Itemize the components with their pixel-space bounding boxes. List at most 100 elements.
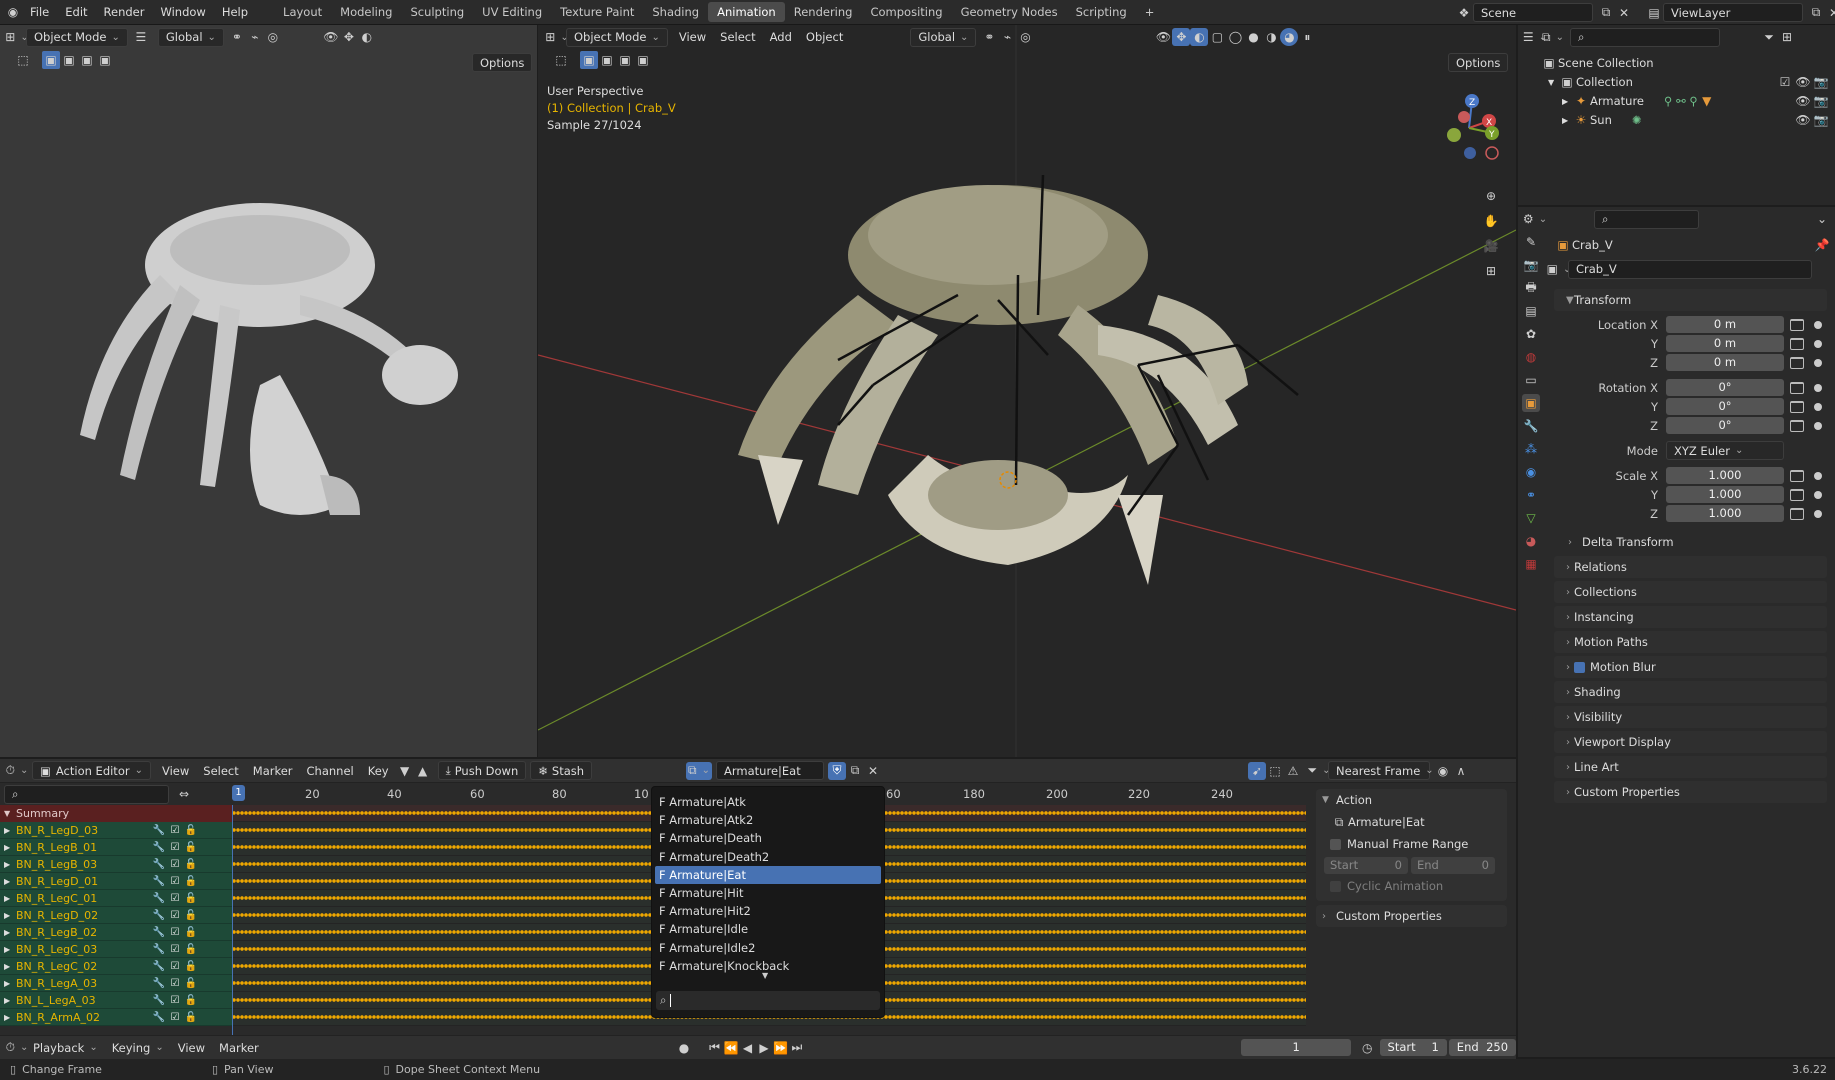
- physics-tab-icon[interactable]: ◉: [1522, 463, 1540, 481]
- viewlayer-name-field[interactable]: ViewLayer: [1663, 3, 1803, 22]
- menu-edit[interactable]: Edit: [57, 5, 95, 19]
- channel-row[interactable]: ▶ BN_R_LegC_03 🔧 ☑ 🔓: [0, 941, 232, 958]
- layer-up-icon[interactable]: ▲: [414, 762, 432, 780]
- play-reverse-icon[interactable]: ◀: [739, 1039, 755, 1057]
- expand-icon[interactable]: ▶: [4, 962, 16, 971]
- new-scene-icon[interactable]: ⧉: [1597, 4, 1615, 22]
- editor-type-icon[interactable]: ⊞: [5, 28, 26, 46]
- scale-y-field[interactable]: 1.000: [1666, 486, 1784, 503]
- modifier-wrench-icon[interactable]: 🔧: [151, 961, 167, 972]
- lock-icon[interactable]: [1790, 318, 1804, 331]
- channel-row[interactable]: ▶ BN_R_LegD_02 🔧 ☑ 🔓: [0, 907, 232, 924]
- options-chevron-icon[interactable]: ⌄: [1813, 210, 1831, 228]
- channel-row[interactable]: ▶ BN_R_LegC_02 🔧 ☑ 🔓: [0, 958, 232, 975]
- expand-icon[interactable]: ▶: [4, 979, 16, 988]
- menu-channel[interactable]: Channel: [300, 761, 361, 780]
- proportional-icon[interactable]: ◎: [264, 28, 282, 46]
- custom-props-panel[interactable]: › Custom Properties: [1316, 905, 1507, 927]
- scene-collection-row[interactable]: ▣ Scene Collection: [1540, 54, 1835, 73]
- expand-icon[interactable]: ▶: [1562, 111, 1572, 130]
- stash-button[interactable]: ❄ Stash: [530, 761, 593, 780]
- keyframe-dot-icon[interactable]: [1814, 358, 1822, 367]
- lock-icon[interactable]: 🔓: [183, 893, 199, 904]
- collection-row[interactable]: ▼ ▣ Collection ☑ 👁 📷: [1540, 73, 1835, 92]
- location-y-field[interactable]: 0 m: [1666, 335, 1784, 352]
- new-collection-icon[interactable]: ⊞: [1778, 28, 1796, 46]
- mute-checkbox-icon[interactable]: ☑: [167, 842, 183, 853]
- select-invert-icon[interactable]: ▣: [96, 51, 114, 69]
- jump-end-icon[interactable]: ⏭: [789, 1039, 805, 1057]
- outliner-search-input[interactable]: ⌕: [1570, 27, 1720, 47]
- properties-search-input[interactable]: ⌕: [1594, 209, 1699, 229]
- start-frame-field[interactable]: Start 1: [1379, 1039, 1447, 1056]
- only-selected-icon[interactable]: ➹: [1248, 761, 1267, 780]
- expand-icon[interactable]: ▶: [4, 928, 16, 937]
- record-icon[interactable]: ●: [676, 1039, 692, 1057]
- camera-icon[interactable]: 📷: [1812, 93, 1830, 111]
- lock-icon[interactable]: [1790, 356, 1804, 369]
- new-action-icon[interactable]: ⧉: [846, 762, 864, 780]
- eye-icon[interactable]: 👁: [1794, 74, 1812, 92]
- tab-modeling[interactable]: Modeling: [331, 2, 401, 22]
- rotation-x-field[interactable]: 0°: [1666, 379, 1784, 396]
- channel-row[interactable]: ▶ BN_R_LegB_02 🔧 ☑ 🔓: [0, 924, 232, 941]
- action-search-input[interactable]: ⌕: [656, 991, 880, 1010]
- range-end-field[interactable]: End 0: [1411, 856, 1495, 874]
- hamburger-icon[interactable]: ☰: [132, 28, 150, 46]
- tab-compositing[interactable]: Compositing: [861, 2, 951, 22]
- action-list-item[interactable]: F Armature|Idle2: [655, 939, 881, 957]
- layer-down-icon[interactable]: ▼: [396, 762, 414, 780]
- tab-layout[interactable]: Layout: [274, 2, 331, 22]
- show-hidden-icon[interactable]: ⬚: [1266, 762, 1284, 780]
- menu-key[interactable]: Key: [361, 761, 396, 780]
- menu-marker[interactable]: Marker: [246, 761, 300, 780]
- channel-row[interactable]: ▶ BN_R_LegB_03 🔧 ☑ 🔓: [0, 856, 232, 873]
- modifier-tab-icon[interactable]: 🔧: [1522, 417, 1540, 435]
- editor-type-icon[interactable]: ⚙: [1523, 210, 1544, 228]
- lock-icon[interactable]: 🔓: [183, 910, 199, 921]
- object-name-field[interactable]: Crab_V: [1568, 259, 1812, 279]
- expand-icon[interactable]: ▶: [4, 894, 16, 903]
- mute-checkbox-icon[interactable]: ☑: [167, 961, 183, 972]
- scene-tab-icon[interactable]: ✿: [1522, 325, 1540, 343]
- mute-checkbox-icon[interactable]: ☑: [167, 910, 183, 921]
- shading-panel[interactable]: › Shading: [1554, 681, 1827, 703]
- end-frame-field[interactable]: End 250: [1448, 1039, 1517, 1056]
- keyframe-dot-icon[interactable]: [1814, 471, 1822, 480]
- collections-panel[interactable]: › Collections: [1554, 581, 1827, 603]
- scene-icon[interactable]: ❖: [1455, 4, 1473, 22]
- menu-render[interactable]: Render: [96, 5, 153, 19]
- mute-checkbox-icon[interactable]: ☑: [167, 859, 183, 870]
- expand-icon[interactable]: ▶: [4, 843, 16, 852]
- lock-icon[interactable]: [1790, 337, 1804, 350]
- pin-icon[interactable]: 📌: [1813, 236, 1831, 254]
- lock-icon[interactable]: 🔓: [183, 859, 199, 870]
- channel-search-input[interactable]: ⌕: [4, 784, 169, 804]
- sun-row[interactable]: ▶ ☀ Sun ✺ 👁 📷: [1540, 111, 1835, 130]
- snap-dropdown[interactable]: Nearest Frame: [1328, 761, 1431, 780]
- scale-z-field[interactable]: 1.000: [1666, 505, 1784, 522]
- unlink-action-icon[interactable]: ✕: [864, 762, 882, 780]
- modifier-wrench-icon[interactable]: 🔧: [151, 825, 167, 836]
- filter-icon[interactable]: ⏷: [1760, 28, 1778, 46]
- expand-icon[interactable]: ▶: [4, 1013, 16, 1022]
- camera-icon[interactable]: 📷: [1812, 112, 1830, 130]
- motion-blur-checkbox[interactable]: [1574, 661, 1585, 673]
- scroll-down-icon[interactable]: ▼: [762, 971, 768, 980]
- pivot-icon[interactable]: ⚭: [228, 28, 246, 46]
- clock-icon[interactable]: ◷: [1359, 1039, 1375, 1057]
- lock-icon[interactable]: [1790, 488, 1804, 501]
- current-frame-marker[interactable]: 1: [232, 785, 245, 801]
- proportional-icon[interactable]: ◉: [1434, 762, 1452, 780]
- current-frame-field[interactable]: 1: [1241, 1039, 1352, 1056]
- lock-icon[interactable]: [1790, 469, 1804, 482]
- action-name-field[interactable]: Armature|Eat: [716, 761, 825, 780]
- falloff-icon[interactable]: ∧: [1452, 762, 1470, 780]
- rotation-z-field[interactable]: 0°: [1666, 417, 1784, 434]
- zoom-icon[interactable]: ⊕: [1482, 187, 1500, 205]
- expand-icon[interactable]: ▶: [4, 826, 16, 835]
- motion-paths-panel[interactable]: › Motion Paths: [1554, 631, 1827, 653]
- lock-icon[interactable]: 🔓: [183, 842, 199, 853]
- modifier-wrench-icon[interactable]: 🔧: [151, 978, 167, 989]
- expand-icon[interactable]: ▶: [1562, 92, 1572, 111]
